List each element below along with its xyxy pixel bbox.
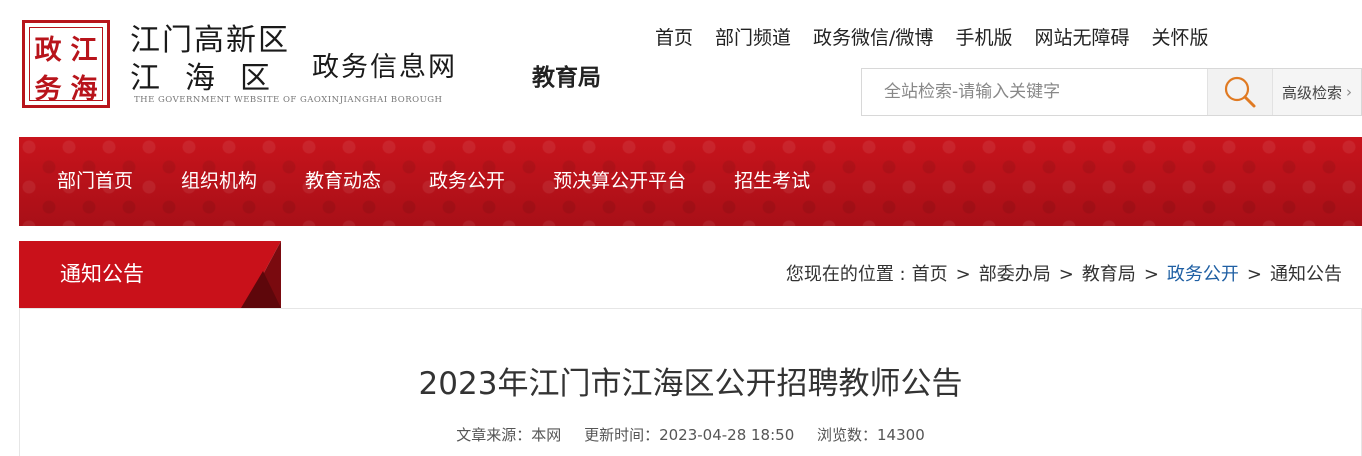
breadcrumb-item-home[interactable]: 首页 (912, 241, 948, 308)
nav-item-gov-affairs[interactable]: 政务公开 (429, 137, 505, 226)
logo-line1: 江门高新区 (130, 23, 290, 58)
breadcrumb-separator: > (955, 264, 971, 285)
top-link-care-mode[interactable]: 关怀版 (1151, 24, 1208, 52)
top-link-wechat-weibo[interactable]: 政务微信/微博 (813, 24, 933, 52)
nav-item-organization[interactable]: 组织机构 (181, 137, 257, 226)
logo-subtitle: 政务信息网 (312, 52, 457, 83)
breadcrumb: 您现在的位置 : 首页 > 部委办局 > 教育局 > 政务公开 > 通知公告 (786, 241, 1342, 308)
breadcrumb-item-notices[interactable]: 通知公告 (1270, 241, 1342, 308)
search-input[interactable] (862, 69, 1207, 115)
breadcrumb-item-bureaus[interactable]: 部委办局 (979, 241, 1051, 308)
seal-logo-icon: 政 江 务 海 (22, 20, 110, 108)
article-updated: 更新时间：2023-04-28 18:50 (584, 426, 795, 444)
site-logo[interactable]: 政 江 务 海 江门高新区 江海区 政务信息网 THE GOVERNMENT W… (22, 20, 502, 112)
nav-item-dept-home[interactable]: 部门首页 (57, 137, 133, 226)
advanced-search-button[interactable]: 高级检索 › (1272, 69, 1361, 115)
section-title: 通知公告 (60, 262, 144, 286)
nav-item-education-news[interactable]: 教育动态 (305, 137, 381, 226)
seal-char: 务 (34, 74, 62, 105)
top-link-mobile[interactable]: 手机版 (955, 24, 1012, 52)
breadcrumb-separator: > (1246, 264, 1262, 285)
top-link-home[interactable]: 首页 (655, 24, 693, 52)
article-views: 浏览数：14300 (817, 426, 925, 444)
section-header: 通知公告 您现在的位置 : 首页 > 部委办局 > 教育局 > 政务公开 > 通… (19, 241, 1362, 309)
breadcrumb-prefix: 您现在的位置 : (785, 264, 906, 285)
search-button[interactable] (1207, 69, 1272, 115)
section-tab-shape (19, 241, 281, 308)
search-icon (1224, 76, 1256, 108)
seal-char: 政 (34, 35, 62, 66)
search-box: 高级检索 › (861, 68, 1362, 116)
article-meta: 文章来源：本网 更新时间：2023-04-28 18:50 浏览数：14300 (20, 424, 1361, 445)
breadcrumb-item-gov-affairs[interactable]: 政务公开 (1167, 241, 1239, 308)
seal-char: 海 (70, 74, 98, 105)
breadcrumb-separator: > (1143, 264, 1159, 285)
article-title: 2023年江门市江海区公开招聘教师公告 (418, 366, 963, 402)
seal-char: 江 (70, 35, 98, 66)
main-nav: 部门首页 组织机构 教育动态 政务公开 预决算公开平台 招生考试 (19, 137, 1362, 226)
article-source: 文章来源：本网 (456, 426, 562, 444)
breadcrumb-separator: > (1058, 264, 1074, 285)
logo-title: 江门高新区 江海区 (130, 22, 295, 98)
logo-english: THE GOVERNMENT WEBSITE OF GAOXINJIANGHAI… (134, 95, 443, 105)
top-links: 首页 部门频道 政务微信/微博 手机版 网站无障碍 关怀版 (655, 24, 1208, 52)
top-link-accessibility[interactable]: 网站无障碍 (1034, 24, 1129, 52)
top-link-departments[interactable]: 部门频道 (715, 24, 791, 52)
section-tab: 通知公告 (19, 241, 281, 308)
department-name: 教育局 (532, 65, 601, 91)
breadcrumb-item-education-bureau[interactable]: 教育局 (1082, 241, 1136, 308)
article: 2023年江门市江海区公开招聘教师公告 文章来源：本网 更新时间：2023-04… (19, 309, 1362, 456)
logo-line2: 江海区 (130, 61, 295, 96)
nav-item-enrollment[interactable]: 招生考试 (734, 137, 810, 226)
nav-item-budget[interactable]: 预决算公开平台 (553, 137, 686, 226)
chevron-right-icon: › (1346, 83, 1352, 101)
advanced-search-label: 高级检索 (1281, 83, 1342, 102)
